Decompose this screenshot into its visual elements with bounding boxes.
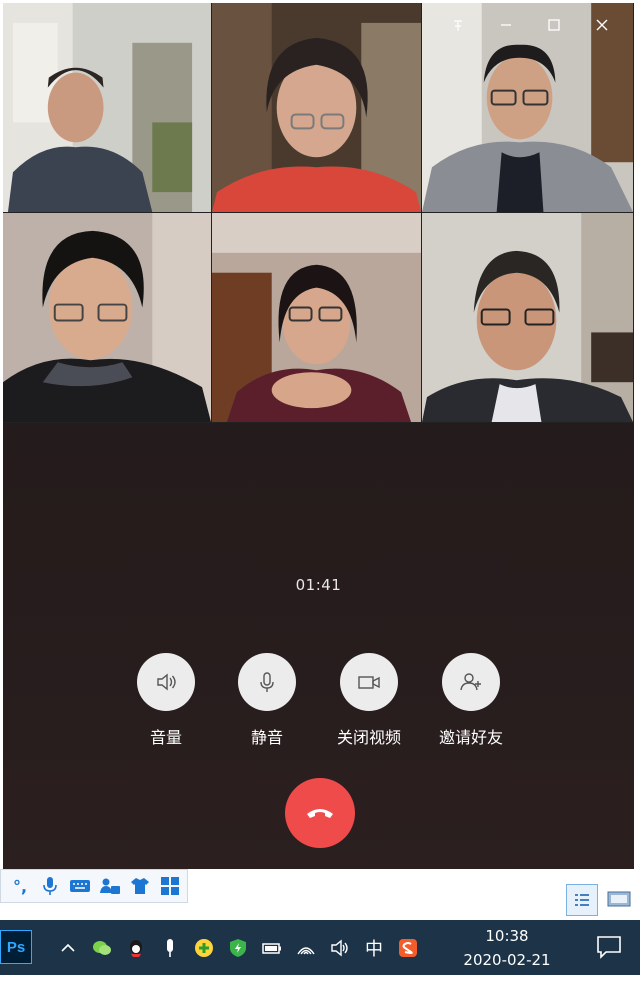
- participant-video-6[interactable]: [422, 213, 634, 423]
- mute-button[interactable]: 静音: [212, 653, 322, 748]
- punctuation-toggle[interactable]: °,: [7, 873, 33, 899]
- volume-label: 音量: [149, 728, 182, 747]
- clock-time: 10:38: [485, 927, 529, 945]
- pin-icon[interactable]: [434, 11, 482, 39]
- mic-icon[interactable]: [37, 873, 63, 899]
- microphone-icon[interactable]: [238, 653, 296, 711]
- video-feed-5: [212, 213, 421, 422]
- qq-icon[interactable]: [123, 933, 149, 963]
- microphone-tray-icon[interactable]: [157, 933, 183, 963]
- image-view-icon[interactable]: [604, 884, 634, 914]
- minimize-icon[interactable]: [482, 11, 530, 39]
- photoshop-taskbar-button[interactable]: Ps: [0, 930, 32, 964]
- video-grid: [3, 3, 634, 423]
- volume-button[interactable]: 音量: [111, 653, 221, 748]
- invite-button[interactable]: 邀请好友: [416, 653, 526, 748]
- add-user-icon[interactable]: [442, 653, 500, 711]
- desktop-right-icons: [566, 884, 634, 916]
- taskbar-clock[interactable]: 10:38 2020-02-21: [452, 924, 562, 972]
- video-off-button[interactable]: 关闭视频: [314, 653, 424, 748]
- participant-video-5[interactable]: [212, 213, 422, 423]
- invite-label: 邀请好友: [438, 728, 503, 747]
- volume-icon[interactable]: [137, 653, 195, 711]
- hangup-button[interactable]: [285, 778, 355, 848]
- chevron-up-icon[interactable]: [55, 933, 81, 963]
- sogou-icon[interactable]: [395, 933, 421, 963]
- window-controls: [434, 11, 626, 39]
- keyboard-icon[interactable]: [67, 873, 93, 899]
- clock-date: 2020-02-21: [463, 951, 551, 969]
- call-controls: 音量 静音 关闭视频 邀请好友: [3, 653, 634, 753]
- plus-icon[interactable]: [191, 933, 217, 963]
- close-icon[interactable]: [578, 11, 626, 39]
- shirt-icon[interactable]: [127, 873, 153, 899]
- volume-tray-icon[interactable]: [327, 933, 353, 963]
- participant-video-4[interactable]: [3, 213, 212, 423]
- video-feed-6: [422, 213, 633, 422]
- participant-video-2[interactable]: [212, 3, 422, 213]
- mute-label: 静音: [250, 728, 283, 747]
- system-tray: 中: [55, 930, 421, 966]
- hangup-icon: [307, 809, 333, 818]
- battery-icon[interactable]: [259, 933, 285, 963]
- ime-toolbar: °,: [0, 869, 188, 903]
- taskbar: Ps 中 10:38 2020-02-21: [0, 920, 640, 975]
- shield-icon[interactable]: [225, 933, 251, 963]
- call-duration: 01:41: [295, 576, 342, 594]
- video-feed-4: [3, 213, 211, 422]
- wechat-icon[interactable]: [89, 933, 115, 963]
- video-off-label: 关闭视频: [336, 728, 401, 747]
- video-camera-icon[interactable]: [340, 653, 398, 711]
- maximize-icon[interactable]: [530, 11, 578, 39]
- ime-language-indicator[interactable]: 中: [361, 933, 387, 963]
- participant-video-1[interactable]: [3, 3, 212, 213]
- user-ime-icon[interactable]: [97, 873, 123, 899]
- bottom-strip: [0, 975, 640, 985]
- video-call-window: 01:41 音量 静音 关闭视频 邀请好友: [3, 3, 634, 869]
- video-feed-2: [212, 3, 421, 212]
- video-feed-1: [3, 3, 211, 212]
- grid-icon[interactable]: [157, 873, 183, 899]
- wifi-icon[interactable]: [293, 933, 319, 963]
- list-view-icon[interactable]: [566, 884, 598, 916]
- notification-center-icon[interactable]: [596, 934, 622, 960]
